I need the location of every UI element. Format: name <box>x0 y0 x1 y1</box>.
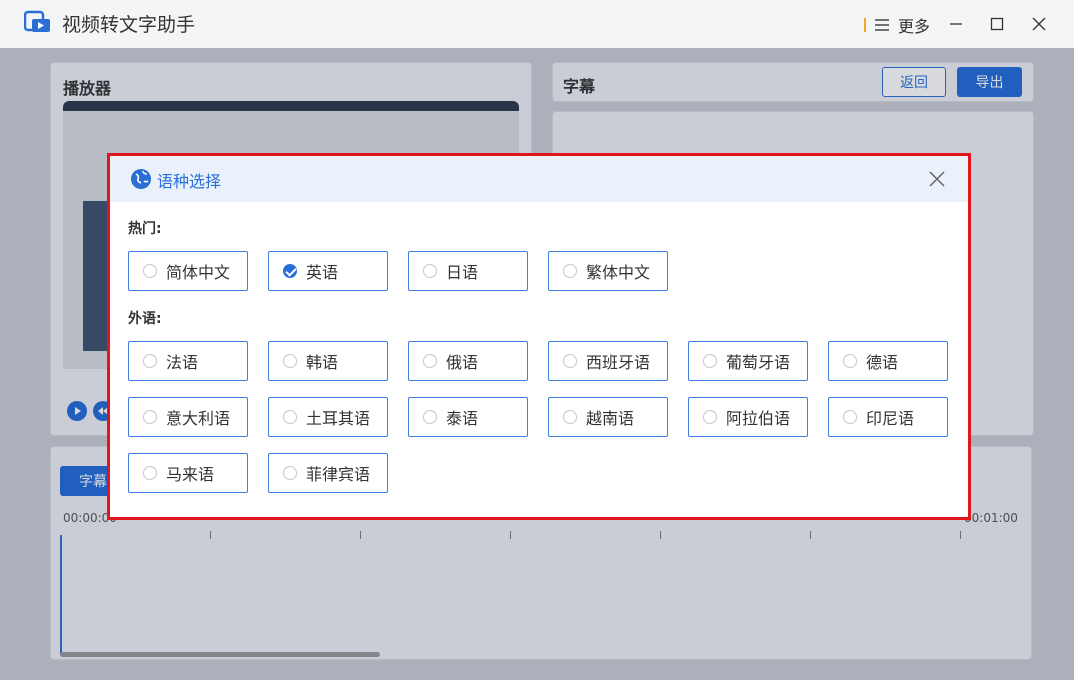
foreign-language-option[interactable]: 意大利语 <box>128 397 248 437</box>
language-option-label: 阿拉伯语 <box>726 409 791 428</box>
foreign-language-option[interactable]: 德语 <box>828 341 948 381</box>
radio-checked-icon <box>283 264 297 278</box>
radio-icon <box>563 354 577 368</box>
language-option-label: 简体中文 <box>166 263 231 282</box>
minimize-button[interactable] <box>944 12 968 36</box>
language-option-label: 西班牙语 <box>586 353 651 372</box>
language-option-label: 泰语 <box>446 409 479 428</box>
radio-icon <box>703 354 717 368</box>
hot-section-label: 热门: <box>128 221 162 237</box>
language-option-label: 法语 <box>166 353 199 372</box>
radio-icon <box>843 410 857 424</box>
language-option-label: 土耳其语 <box>306 409 371 428</box>
language-option-label: 繁体中文 <box>586 263 651 282</box>
maximize-icon <box>990 17 1004 31</box>
radio-icon <box>423 354 437 368</box>
radio-icon <box>283 354 297 368</box>
language-option-label: 德语 <box>866 353 899 372</box>
foreign-language-option[interactable]: 阿拉伯语 <box>688 397 808 437</box>
radio-icon <box>283 410 297 424</box>
foreign-language-option[interactable]: 土耳其语 <box>268 397 388 437</box>
radio-icon <box>563 264 577 278</box>
language-option-label: 俄语 <box>446 353 479 372</box>
radio-icon <box>143 264 157 278</box>
foreign-language-option[interactable]: 西班牙语 <box>548 341 668 381</box>
hot-language-option[interactable]: 日语 <box>408 251 528 291</box>
language-option-label: 韩语 <box>306 353 339 372</box>
language-option-label: 英语 <box>306 263 339 282</box>
language-option-label: 日语 <box>446 263 479 282</box>
language-dialog: 语种选择 热门: 外语: 简体中文 英语 日语 繁体中文法语 韩语 俄语 西班牙语 葡萄牙语 德… <box>107 153 971 520</box>
radio-icon <box>423 410 437 424</box>
more-label: 更多 <box>898 17 931 36</box>
close-window-button[interactable] <box>1027 12 1051 36</box>
language-option-label: 意大利语 <box>166 409 231 428</box>
maximize-button[interactable] <box>985 12 1009 36</box>
language-option-label: 马来语 <box>166 465 215 484</box>
foreign-section-label: 外语: <box>128 311 162 327</box>
language-option-label: 菲律宾语 <box>306 465 371 484</box>
close-icon <box>1032 17 1046 31</box>
app-title: 视频转文字助手 <box>62 14 196 36</box>
foreign-language-option[interactable]: 印尼语 <box>828 397 948 437</box>
hamburger-icon <box>875 19 889 31</box>
hot-language-option[interactable]: 繁体中文 <box>548 251 668 291</box>
language-option-label: 越南语 <box>586 409 635 428</box>
foreign-language-option[interactable]: 泰语 <box>408 397 528 437</box>
radio-icon <box>143 466 157 480</box>
language-option-label: 印尼语 <box>866 409 915 428</box>
language-option-label: 葡萄牙语 <box>726 353 791 372</box>
radio-icon <box>143 410 157 424</box>
foreign-language-option[interactable]: 韩语 <box>268 341 388 381</box>
foreign-language-option[interactable]: 俄语 <box>408 341 528 381</box>
foreign-language-option[interactable]: 马来语 <box>128 453 248 493</box>
dialog-header: 语种选择 <box>110 156 968 202</box>
globe-icon <box>131 169 151 189</box>
dialog-title: 语种选择 <box>157 172 222 191</box>
dialog-close-icon[interactable] <box>926 168 948 190</box>
hot-language-option[interactable]: 英语 <box>268 251 388 291</box>
radio-icon <box>563 410 577 424</box>
radio-icon <box>843 354 857 368</box>
foreign-language-option[interactable]: 菲律宾语 <box>268 453 388 493</box>
radio-icon <box>143 354 157 368</box>
title-bar: 视频转文字助手 更多 <box>0 0 1074 48</box>
radio-icon <box>423 264 437 278</box>
foreign-language-option[interactable]: 葡萄牙语 <box>688 341 808 381</box>
more-menu-button[interactable]: 更多 <box>864 13 930 37</box>
radio-icon <box>703 410 717 424</box>
app-logo-icon <box>24 10 50 32</box>
foreign-language-option[interactable]: 越南语 <box>548 397 668 437</box>
separator <box>864 18 866 32</box>
hot-language-option[interactable]: 简体中文 <box>128 251 248 291</box>
radio-icon <box>283 466 297 480</box>
minimize-icon <box>950 23 962 25</box>
foreign-language-option[interactable]: 法语 <box>128 341 248 381</box>
